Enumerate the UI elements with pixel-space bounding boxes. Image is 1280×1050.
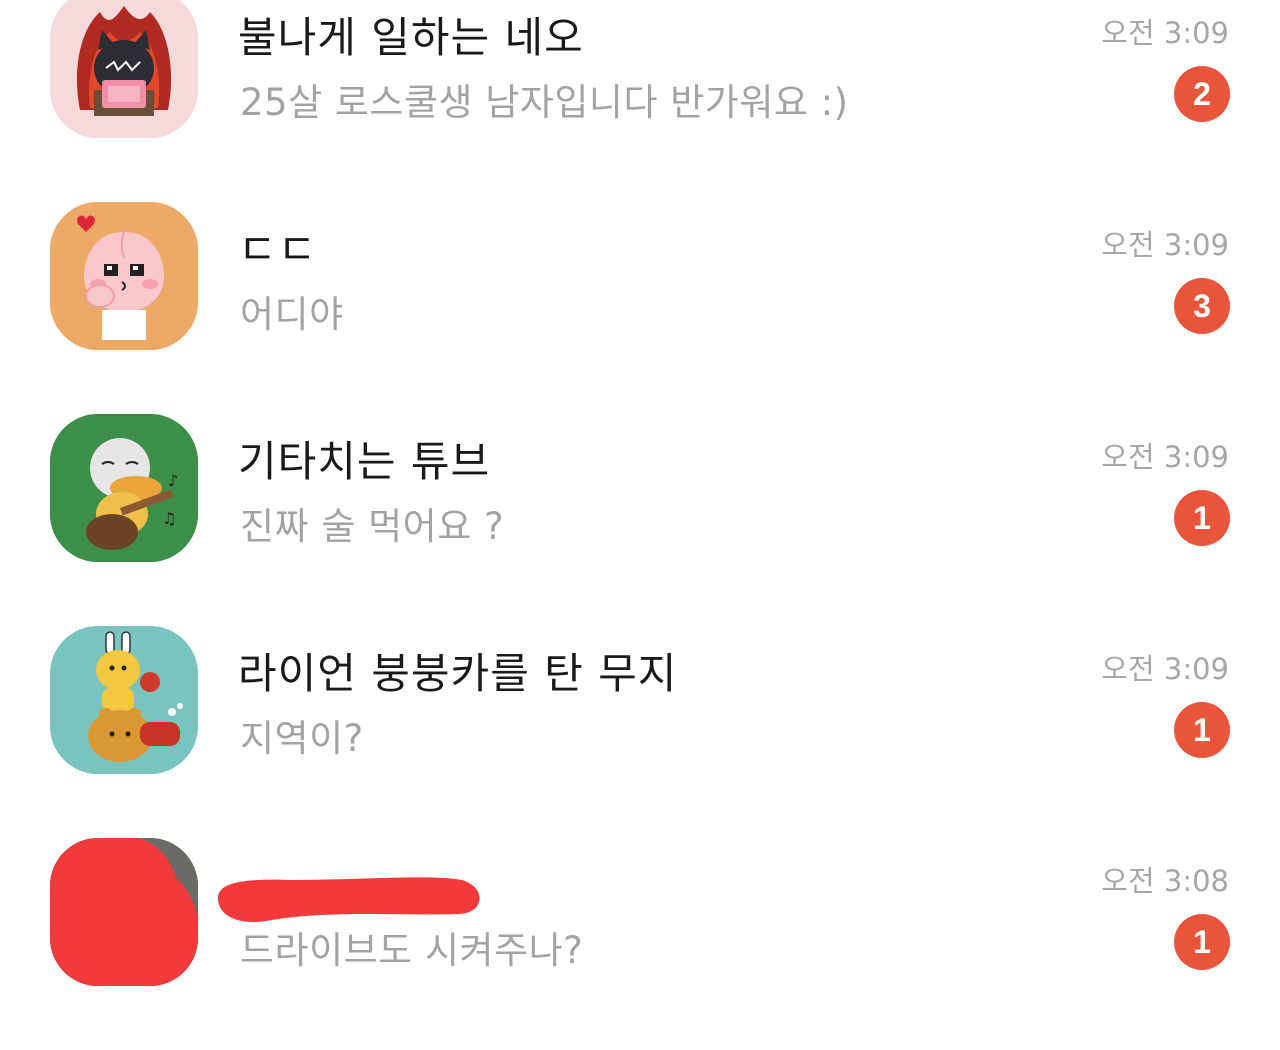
chat-row[interactable]: 드라이브도 시켜주나? 오전 3:08 1 <box>0 838 1280 1050</box>
unread-count-badge: 3 <box>1174 278 1230 334</box>
chat-last-message: 지역이? <box>240 717 364 760</box>
chat-name: 라이언 붕붕카를 탄 무지 <box>238 649 678 698</box>
chat-row[interactable]: 라이언 붕붕카를 탄 무지 지역이? 오전 3:09 1 <box>0 626 1280 838</box>
unread-count-badge: 1 <box>1174 914 1230 970</box>
chat-name: ㄷㄷ <box>238 225 318 274</box>
chat-timestamp: 오전 3:09 <box>1101 16 1229 50</box>
redacted-avatar[interactable] <box>50 838 198 986</box>
chat-last-message: 어디야 <box>240 293 344 336</box>
apeach-avatar[interactable] <box>50 202 198 350</box>
redacted-name <box>212 860 482 926</box>
unread-count-badge: 2 <box>1174 66 1230 122</box>
chat-last-message: 드라이브도 시켜주나? <box>240 929 584 972</box>
chat-row[interactable]: 불나게 일하는 네오 25살 로스쿨생 남자입니다 반가워요 :) 오전 3:0… <box>0 0 1280 202</box>
chat-row[interactable]: ♪ ♫ 기타치는 튜브 진짜 술 먹어요 ? 오전 3:09 1 <box>0 414 1280 626</box>
chat-timestamp: 오전 3:09 <box>1101 228 1229 262</box>
ryan-muzi-scooter-avatar[interactable] <box>50 626 198 774</box>
svg-text:♪: ♪ <box>168 471 178 490</box>
unread-count-badge: 1 <box>1174 490 1230 546</box>
chat-timestamp: 오전 3:09 <box>1101 652 1229 686</box>
chat-last-message: 진짜 술 먹어요 ? <box>240 505 505 548</box>
chat-timestamp: 오전 3:09 <box>1101 440 1229 474</box>
chat-row[interactable]: ㄷㄷ 어디야 오전 3:09 3 <box>0 202 1280 414</box>
unread-count-badge: 1 <box>1174 702 1230 758</box>
chat-timestamp: 오전 3:08 <box>1101 864 1229 898</box>
chat-last-message: 25살 로스쿨생 남자입니다 반가워요 :) <box>240 81 849 124</box>
tube-guitar-avatar[interactable]: ♪ ♫ <box>50 414 198 562</box>
neo-cat-laptop-avatar[interactable] <box>50 0 198 138</box>
chat-name: 기타치는 튜브 <box>238 437 491 486</box>
chat-name: 불나게 일하는 네오 <box>238 13 584 62</box>
svg-text:♫: ♫ <box>162 509 176 528</box>
